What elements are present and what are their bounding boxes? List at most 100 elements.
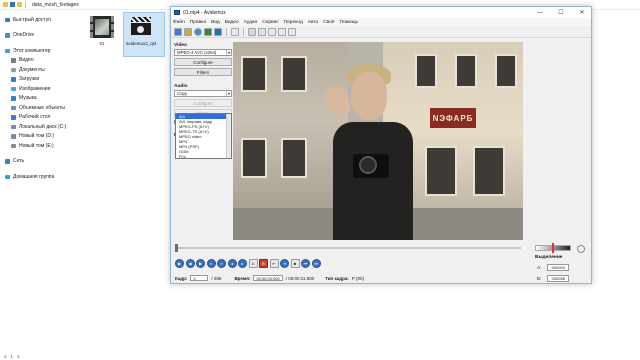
nav-item-label: Новый том (D:)	[19, 133, 54, 140]
nav-item[interactable]: Быстрый доступ	[0, 15, 78, 25]
maximize-button[interactable]: ☐	[552, 7, 570, 18]
nav-item[interactable]: Сеть	[0, 157, 78, 167]
menu-item[interactable]: Своё	[323, 20, 334, 25]
menu-item[interactable]: Переход	[284, 20, 303, 25]
menu-item[interactable]: Помощь	[340, 20, 359, 25]
selection-a-value: 000000	[547, 264, 570, 271]
nav-item[interactable]: Видео	[0, 56, 78, 66]
goto-marker-b-icon[interactable]: ⇥	[280, 258, 289, 268]
nav-item[interactable]: Новый том (E:)	[0, 141, 78, 151]
open-folder-icon[interactable]	[184, 27, 192, 36]
building-window	[495, 54, 517, 88]
frame-value: 0	[193, 275, 196, 281]
nav-item[interactable]: Документы	[0, 65, 78, 75]
open-file-icon[interactable]	[174, 27, 182, 36]
video-configure-button[interactable]: Configure	[174, 58, 232, 66]
new-folder-icon[interactable]	[17, 2, 22, 7]
nav-item[interactable]: Рабочий стол	[0, 113, 78, 123]
audio-meter-icon[interactable]	[577, 245, 585, 253]
shop-window	[473, 146, 505, 196]
nav-item[interactable]: Объемные объекты	[0, 103, 78, 113]
menu-item[interactable]: Вид	[211, 20, 220, 25]
first-frame-icon[interactable]: ⏮	[301, 258, 310, 268]
audio-section-label: Audio	[174, 84, 188, 89]
time-total: / 00:00:11.800	[285, 275, 315, 281]
file-01[interactable]: 01	[90, 16, 114, 46]
file-avidemux2-qt4[interactable]: avidemux2_qt4	[126, 14, 157, 46]
drive-icon	[11, 134, 16, 139]
nav-item[interactable]: Изображения	[0, 84, 78, 94]
nav-item-label: Объемные объекты	[19, 104, 65, 111]
audio-codec-select[interactable]: Copy ▼	[174, 90, 232, 97]
nav-item[interactable]: OneDrive	[0, 31, 78, 41]
play-icon[interactable]: ▶	[175, 258, 184, 268]
set-marker-b-icon[interactable]: B	[259, 258, 268, 268]
seek-slider[interactable]	[175, 244, 521, 252]
building-window	[241, 56, 267, 92]
chevron-down-icon: ▼	[226, 50, 231, 55]
camera-lens	[359, 156, 377, 174]
set-marker-a-icon[interactable]: A	[248, 258, 258, 268]
menu-item[interactable]: Аудио	[244, 20, 258, 25]
nav-item[interactable]: Загрузки	[0, 75, 78, 85]
shop-window	[425, 146, 457, 196]
goto-marker-a-icon[interactable]: ⇤	[269, 258, 279, 268]
nav-item[interactable]: Этот компьютер	[0, 46, 78, 56]
menu-item[interactable]: Правка	[190, 20, 206, 25]
info-icon[interactable]	[194, 27, 202, 36]
time-input[interactable]: 00:00:00.000	[253, 275, 283, 281]
calculator-icon[interactable]	[278, 27, 286, 36]
close-button[interactable]: ✕	[573, 7, 591, 18]
nav-item[interactable]: Локальный диск (C:)	[0, 122, 78, 132]
minimize-button[interactable]: —	[531, 7, 549, 18]
list-icon[interactable]	[288, 27, 296, 36]
format-option[interactable]: FLV	[176, 154, 231, 159]
properties-icon[interactable]	[214, 27, 222, 36]
video-filters-button[interactable]: Filters	[174, 68, 232, 76]
building-window	[455, 54, 477, 88]
paste-icon[interactable]	[258, 27, 266, 36]
cut-icon[interactable]	[268, 27, 276, 36]
copy-icon[interactable]	[248, 27, 256, 36]
video-folder-icon	[11, 58, 16, 63]
menu-item[interactable]: Видео	[225, 20, 239, 25]
desktop-icon	[11, 115, 16, 120]
file-name: avidemux2_qt4	[126, 41, 157, 46]
last-frame-icon[interactable]: ⏭	[311, 258, 321, 268]
star-icon	[5, 17, 10, 22]
nav-item[interactable]: Новый том (D:)	[0, 132, 78, 142]
properties-icon[interactable]	[10, 2, 15, 7]
frame-input[interactable]: 0	[190, 275, 209, 281]
nav-item[interactable]: Домашняя группа	[0, 172, 78, 182]
nav-item-label: Загрузки	[19, 76, 40, 83]
file-name: 01	[99, 41, 105, 46]
nav-item-label: Локальный диск (C:)	[19, 123, 67, 130]
audio-configure-button[interactable]: Configure	[174, 99, 232, 107]
save-icon[interactable]	[204, 27, 212, 36]
prev-keyframe-icon[interactable]: «	[206, 258, 216, 268]
frame-type-label: Тип кадра:	[325, 275, 349, 281]
toolbar-separator	[25, 1, 26, 8]
main-toolbar	[171, 26, 591, 38]
video-codec-select[interactable]: MPEG-4 AVC (x264) ▼	[174, 49, 232, 56]
step-back-icon[interactable]: ◂	[227, 258, 237, 268]
menu-item[interactable]: Файл	[173, 20, 185, 25]
nav-item[interactable]: Музыка	[0, 94, 78, 104]
seek-handle[interactable]	[175, 244, 178, 252]
forward-icon[interactable]: ▶	[196, 258, 205, 268]
person-head	[351, 72, 387, 120]
format-dropdown-list[interactable]: AVI AVI, выравн. кадр MPEG-PS (A+V) MPEG-TS…	[175, 113, 232, 159]
dropdown-scrollbar[interactable]	[226, 114, 231, 158]
black-frame-icon[interactable]: ■	[290, 258, 300, 268]
playback-controls: ▶ ◀ ▶ « » ◂ ▸ A B ⇤ ⇥ ■ ⏮ ⏭	[175, 258, 321, 268]
selection-a-label: A:	[537, 265, 542, 270]
next-keyframe-icon[interactable]: »	[217, 258, 226, 268]
step-forward-icon[interactable]: ▸	[238, 258, 247, 268]
delete-icon[interactable]	[231, 27, 239, 36]
menu-item[interactable]: Авто	[308, 20, 318, 25]
window-titlebar: 01.mp4 - Avidemux — ☐ ✕	[171, 7, 591, 18]
menu-item[interactable]: Сервис	[262, 20, 278, 25]
window-title: 01.mp4 - Avidemux	[183, 9, 226, 16]
network-icon	[5, 159, 10, 164]
rewind-icon[interactable]: ◀	[185, 258, 195, 268]
